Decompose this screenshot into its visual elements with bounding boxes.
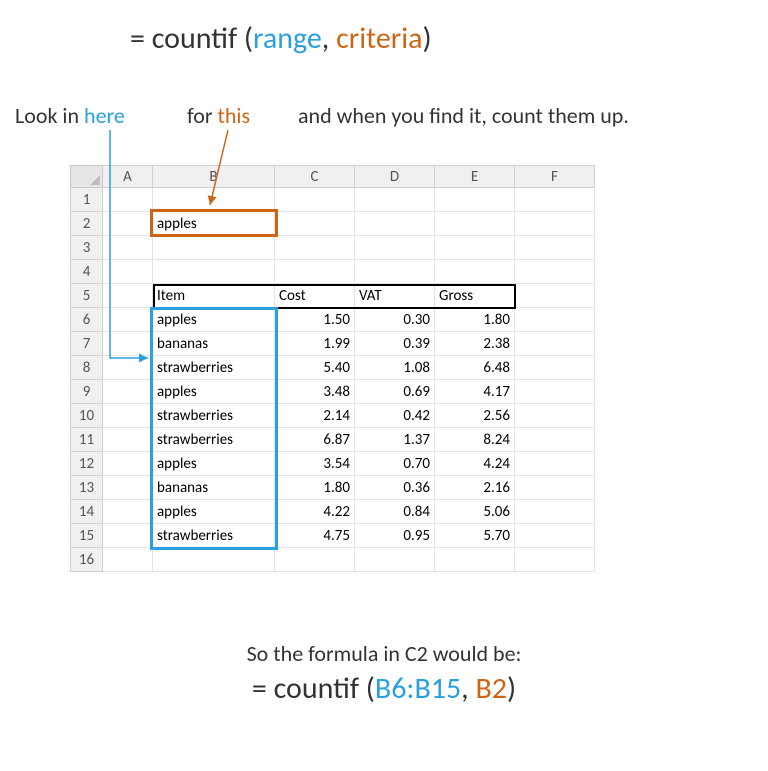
cell-B2[interactable]: apples [153,212,275,236]
cell-A1[interactable] [103,188,153,212]
cell-F2[interactable] [515,212,595,236]
row-header-7[interactable]: 7 [71,332,103,356]
row-header-12[interactable]: 12 [71,452,103,476]
formula-criteria: criteria [336,20,422,57]
summary-criteria: B2 [475,670,507,707]
summary-range: B6:B15 [375,670,461,707]
row-header-5[interactable]: 5 [71,284,103,308]
table-row[interactable]: strawberries [153,428,275,452]
col-header-C[interactable]: C [275,166,355,188]
formula-range: range [253,20,322,57]
row-header-2[interactable]: 2 [71,212,103,236]
table-row[interactable]: apples [153,380,275,404]
annotation-rest: and when you find it, count them up. [298,102,629,129]
row-header-9[interactable]: 9 [71,380,103,404]
row-header-3[interactable]: 3 [71,236,103,260]
row-header-1[interactable]: 1 [71,188,103,212]
header-vat[interactable]: VAT [355,284,435,308]
row-header-13[interactable]: 13 [71,476,103,500]
formula-fn: countif [152,20,237,57]
summary-intro: So the formula in C2 would be: [0,640,768,667]
row-header-15[interactable]: 15 [71,524,103,548]
table-row[interactable]: strawberries [153,524,275,548]
cell-E1[interactable] [435,188,515,212]
row-header-8[interactable]: 8 [71,356,103,380]
summary-formula: = countif (B6:B15, B2) [0,670,768,707]
table-row[interactable]: apples [153,500,275,524]
col-header-E[interactable]: E [435,166,515,188]
header-gross[interactable]: Gross [435,284,515,308]
annotation-here: here [84,102,125,129]
header-cost[interactable]: Cost [275,284,355,308]
formula-sep: , [322,20,336,57]
cell-F1[interactable] [515,188,595,212]
row-header-10[interactable]: 10 [71,404,103,428]
cell-B1[interactable] [153,188,275,212]
table-row[interactable]: strawberries [153,356,275,380]
cell-A2[interactable] [103,212,153,236]
select-all-corner[interactable] [71,166,103,188]
table-row[interactable]: bananas [153,476,275,500]
col-header-F[interactable]: F [515,166,595,188]
formula-close: ) [422,20,431,57]
annotation-this: this [218,102,251,129]
cell-D2[interactable] [355,212,435,236]
row-header-14[interactable]: 14 [71,500,103,524]
col-header-D[interactable]: D [355,166,435,188]
spreadsheet: A B C D E F 1 2 apples 3 4 5 ItemCostVATGr… [70,165,595,572]
annotation-look-in: Look in here [15,102,125,129]
row-header-16[interactable]: 16 [71,548,103,572]
formula-open: ( [237,20,253,57]
table-row[interactable]: apples [153,308,275,332]
cell-D1[interactable] [355,188,435,212]
cell-C1[interactable] [275,188,355,212]
formula-syntax: = countif (range, criteria) [130,20,432,57]
table-row[interactable]: bananas [153,332,275,356]
cell-E2[interactable] [435,212,515,236]
table-row[interactable]: apples [153,452,275,476]
col-header-A[interactable]: A [103,166,153,188]
row-header-6[interactable]: 6 [71,308,103,332]
col-header-B[interactable]: B [153,166,275,188]
summary: So the formula in C2 would be: = countif… [0,640,768,707]
annotation-for-this: for this [187,102,250,129]
cell-C2[interactable] [275,212,355,236]
row-header-4[interactable]: 4 [71,260,103,284]
row-header-11[interactable]: 11 [71,428,103,452]
header-item[interactable]: Item [153,284,275,308]
table-row[interactable]: strawberries [153,404,275,428]
formula-eq: = [130,20,152,57]
